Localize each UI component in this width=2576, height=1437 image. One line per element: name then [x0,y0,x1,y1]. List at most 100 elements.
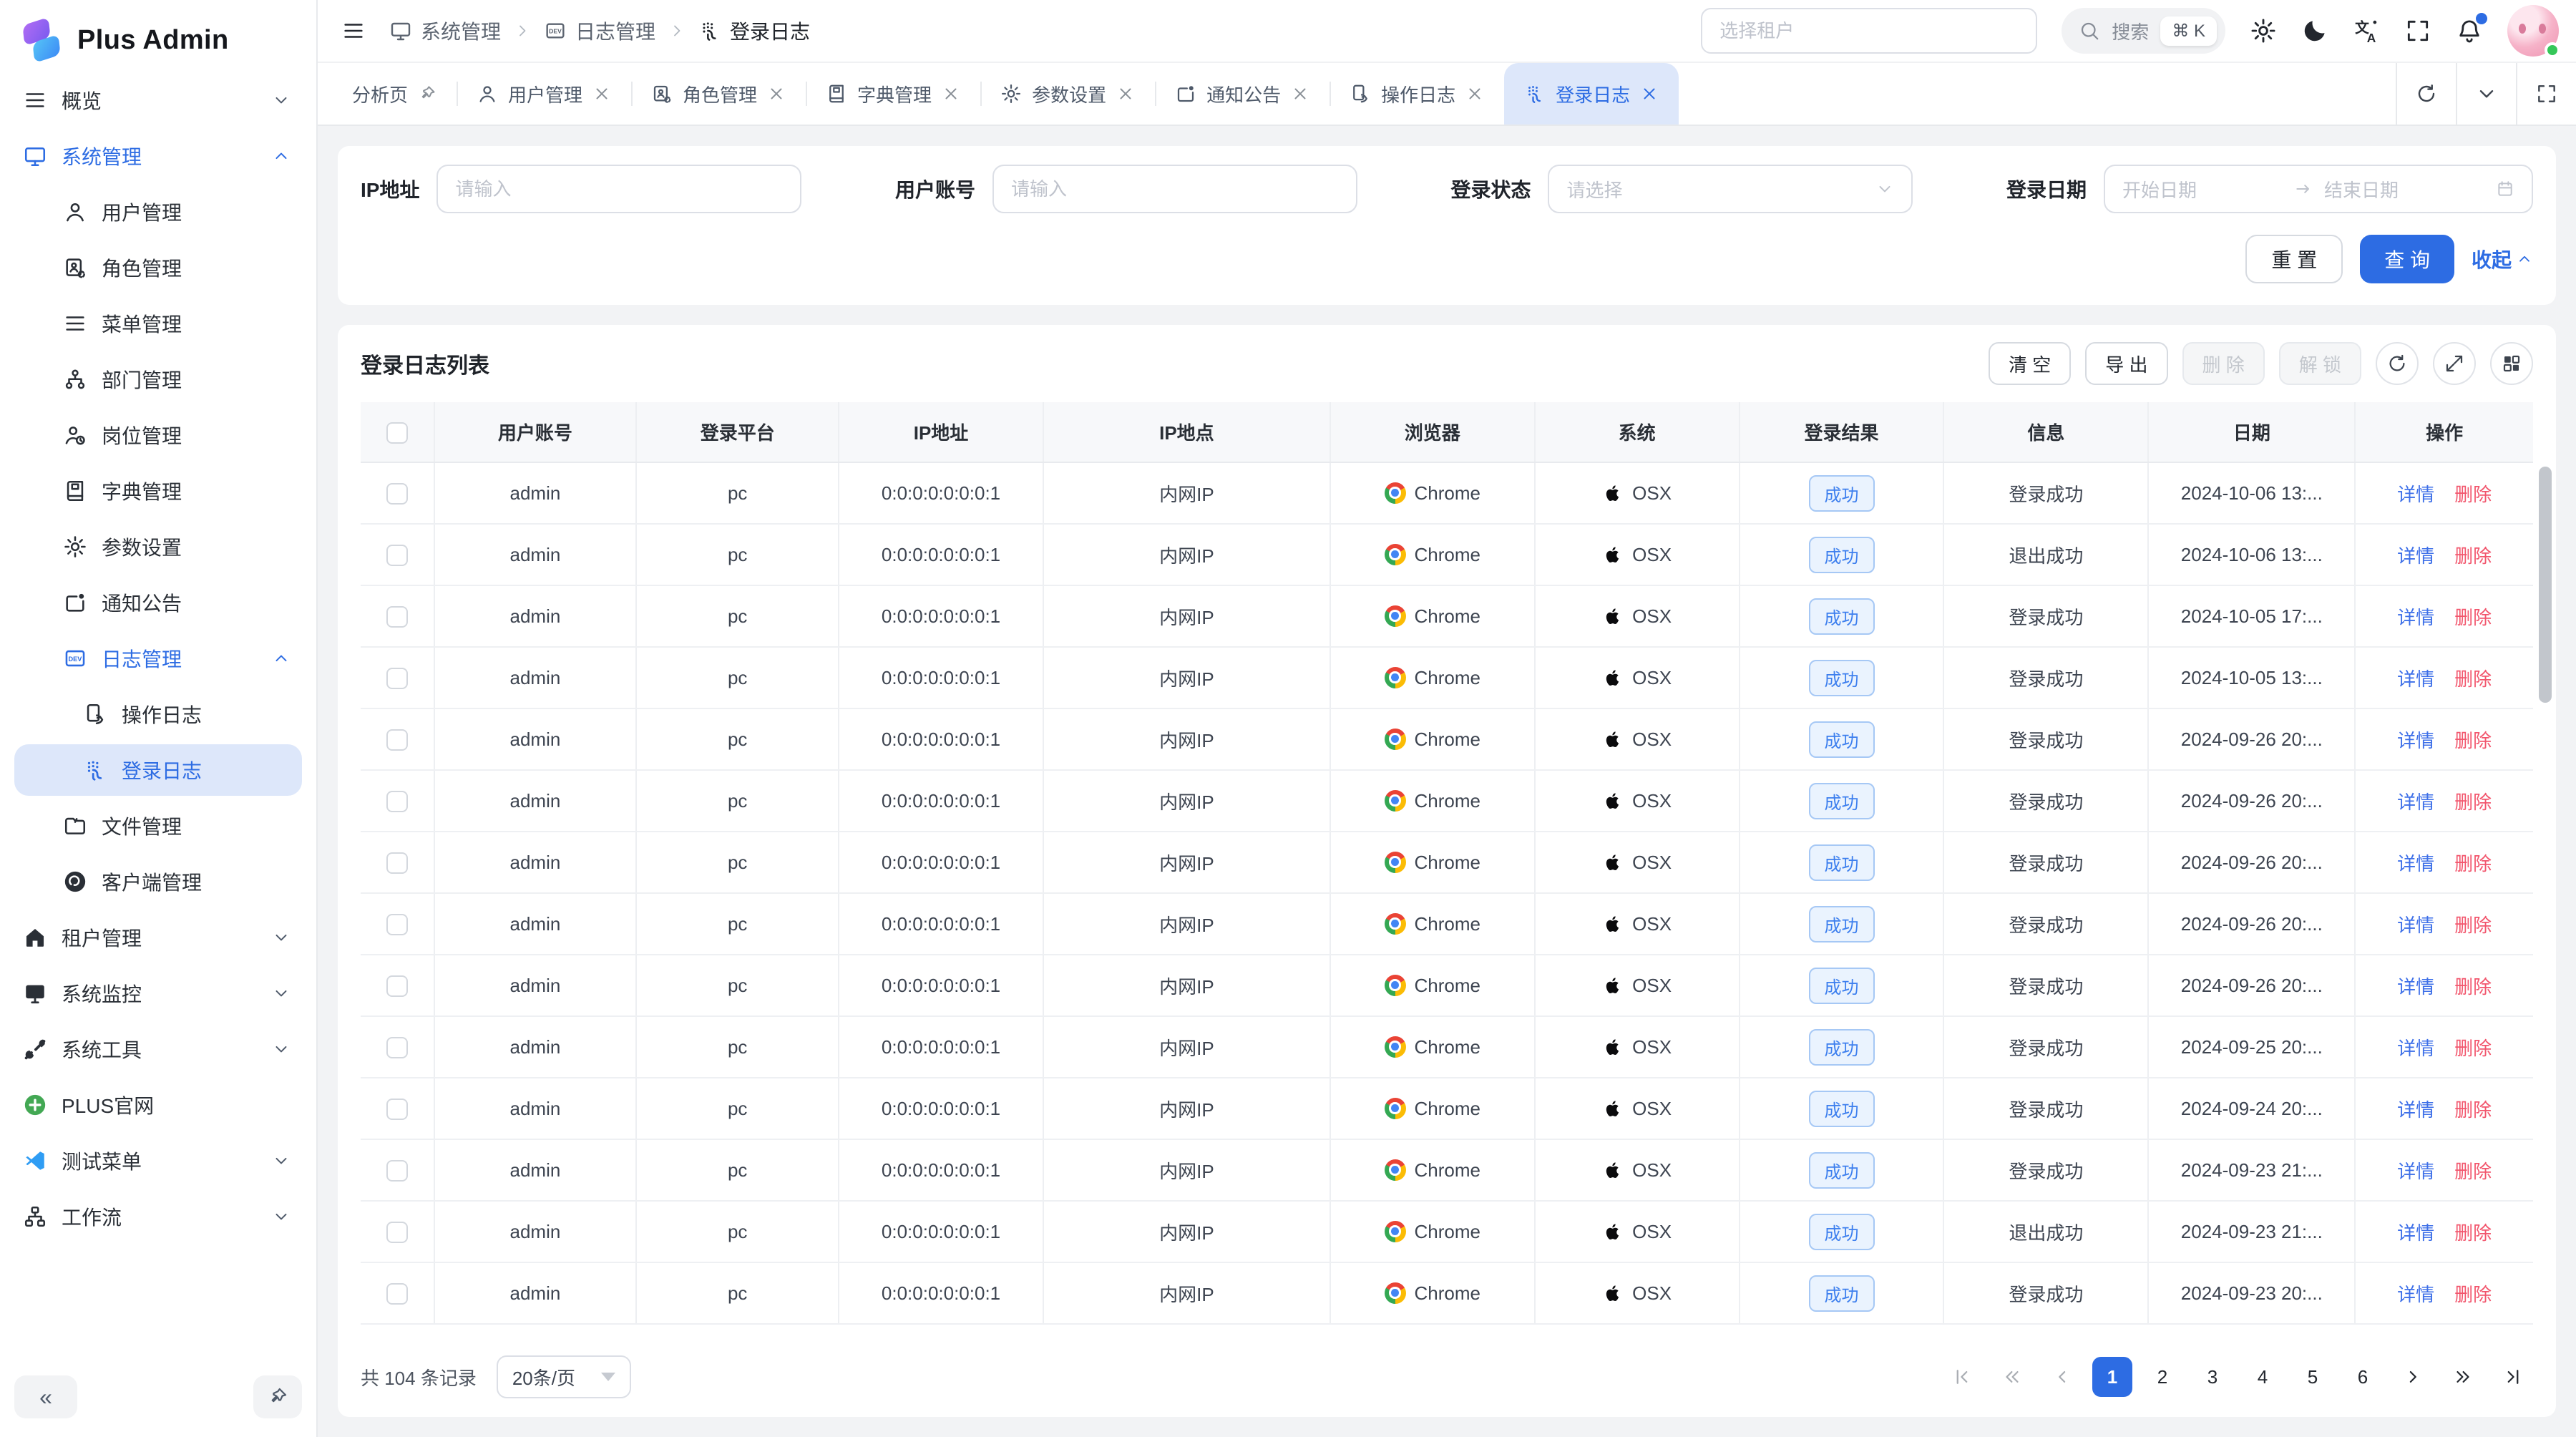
prev-page-button[interactable] [2042,1357,2082,1397]
delete-link[interactable]: 删除 [2454,668,2492,690]
dark-mode-button[interactable] [2301,17,2328,44]
login-date-range-picker[interactable]: 开始日期 结束日期 [2104,165,2533,213]
delete-link[interactable]: 删除 [2454,1284,2492,1305]
row-checkbox[interactable] [386,1037,408,1058]
notifications-button[interactable] [2456,17,2483,44]
breadcrumb-item-system[interactable]: 系统管理 [389,16,501,45]
row-checkbox[interactable] [386,1099,408,1120]
row-checkbox[interactable] [386,729,408,751]
close-icon[interactable] [1640,84,1659,103]
refresh-tab-button[interactable] [2396,63,2456,125]
sidebar-item-菜单管理[interactable]: 菜单管理 [14,298,302,349]
language-button[interactable]: 文A [2353,17,2380,44]
tab-分析页[interactable]: 分析页 [332,63,457,125]
table-fullscreen-button[interactable] [2433,342,2476,385]
page-5[interactable]: 5 [2293,1357,2333,1397]
row-checkbox[interactable] [386,1283,408,1305]
tab-通知公告[interactable]: 通知公告 [1155,63,1330,125]
close-icon[interactable] [1116,84,1135,103]
ip-address-input[interactable] [436,165,801,213]
sidebar-item-登录日志[interactable]: 登录日志 [14,744,302,796]
breadcrumb-item-login-log[interactable]: 登录日志 [698,16,810,45]
settings-button[interactable] [2250,17,2277,44]
delete-link[interactable]: 删除 [2454,1099,2492,1121]
sidebar-item-租户管理[interactable]: 租户管理 [14,912,302,963]
next-page-button[interactable] [2393,1357,2433,1397]
row-checkbox[interactable] [386,852,408,874]
detail-link[interactable]: 详情 [2397,976,2434,998]
sidebar-item-概览[interactable]: 概览 [14,74,302,126]
refresh-table-button[interactable] [2376,342,2419,385]
sidebar-item-系统监控[interactable]: 系统监控 [14,968,302,1019]
query-button[interactable]: 查 询 [2360,235,2454,283]
delete-link[interactable]: 删除 [2454,976,2492,998]
row-checkbox[interactable] [386,1222,408,1243]
page-3[interactable]: 3 [2192,1357,2233,1397]
user-avatar[interactable] [2507,5,2559,57]
tenant-select-input[interactable] [1701,8,2037,54]
sidebar-item-PLUS官网[interactable]: PLUS官网 [14,1079,302,1131]
fullscreen-button[interactable] [2404,17,2431,44]
detail-link[interactable]: 详情 [2397,1284,2434,1305]
delete-link[interactable]: 删除 [2454,1222,2492,1244]
page-2[interactable]: 2 [2142,1357,2182,1397]
page-6[interactable]: 6 [2343,1357,2383,1397]
reset-button[interactable]: 重 置 [2245,235,2343,283]
sidebar-collapse-button[interactable]: « [14,1375,77,1418]
sidebar-item-客户端管理[interactable]: 客户端管理 [14,856,302,907]
detail-link[interactable]: 详情 [2397,1222,2434,1244]
detail-link[interactable]: 详情 [2397,545,2434,567]
close-icon[interactable] [942,84,960,103]
detail-link[interactable]: 详情 [2397,1161,2434,1182]
delete-link[interactable]: 删除 [2454,1038,2492,1059]
delete-link[interactable]: 删除 [2454,607,2492,628]
detail-link[interactable]: 详情 [2397,853,2434,875]
detail-link[interactable]: 详情 [2397,915,2434,936]
table-scrollbar[interactable] [2539,467,2552,703]
select-all-checkbox[interactable] [386,422,408,444]
sidebar-pin-button[interactable] [253,1375,302,1418]
sidebar-item-参数设置[interactable]: 参数设置 [14,521,302,573]
close-icon[interactable] [767,84,786,103]
column-settings-button[interactable] [2490,342,2533,385]
login-status-select[interactable]: 请选择 [1548,165,1913,213]
row-checkbox[interactable] [386,791,408,812]
tab-操作日志[interactable]: 操作日志 [1330,63,1504,125]
row-checkbox[interactable] [386,914,408,935]
close-icon[interactable] [1465,84,1484,103]
detail-link[interactable]: 详情 [2397,791,2434,813]
row-checkbox[interactable] [386,975,408,997]
detail-link[interactable]: 详情 [2397,668,2434,690]
content-fullscreen-button[interactable] [2516,63,2576,125]
page-size-select[interactable]: 20条/页 [497,1355,631,1398]
tab-参数设置[interactable]: 参数设置 [980,63,1155,125]
next-5-pages-button[interactable] [2443,1357,2483,1397]
tab-角色管理[interactable]: 角色管理 [631,63,806,125]
last-page-button[interactable] [2493,1357,2533,1397]
delete-link[interactable]: 删除 [2454,1161,2492,1182]
row-checkbox[interactable] [386,1160,408,1182]
prev-5-pages-button[interactable] [1992,1357,2032,1397]
delete-link[interactable]: 删除 [2454,730,2492,751]
tab-list-dropdown-button[interactable] [2456,63,2516,125]
tab-用户管理[interactable]: 用户管理 [457,63,631,125]
toolbar-button-清空[interactable]: 清 空 [1989,342,2071,385]
delete-link[interactable]: 删除 [2454,545,2492,567]
user-account-input[interactable] [992,165,1357,213]
row-checkbox[interactable] [386,606,408,628]
detail-link[interactable]: 详情 [2397,484,2434,505]
detail-link[interactable]: 详情 [2397,1099,2434,1121]
detail-link[interactable]: 详情 [2397,1038,2434,1059]
detail-link[interactable]: 详情 [2397,730,2434,751]
sidebar-item-系统工具[interactable]: 系统工具 [14,1023,302,1075]
global-search-button[interactable]: 搜索 ⌘ K [2062,8,2225,54]
sidebar-item-测试菜单[interactable]: 测试菜单 [14,1135,302,1187]
close-icon[interactable] [1291,84,1309,103]
page-4[interactable]: 4 [2243,1357,2283,1397]
tab-字典管理[interactable]: 字典管理 [806,63,980,125]
sidebar-item-操作日志[interactable]: 操作日志 [14,688,302,740]
delete-link[interactable]: 删除 [2454,853,2492,875]
sidebar-item-部门管理[interactable]: 部门管理 [14,354,302,405]
sidebar-item-角色管理[interactable]: 角色管理 [14,242,302,293]
toolbar-button-导出[interactable]: 导 出 [2085,342,2167,385]
